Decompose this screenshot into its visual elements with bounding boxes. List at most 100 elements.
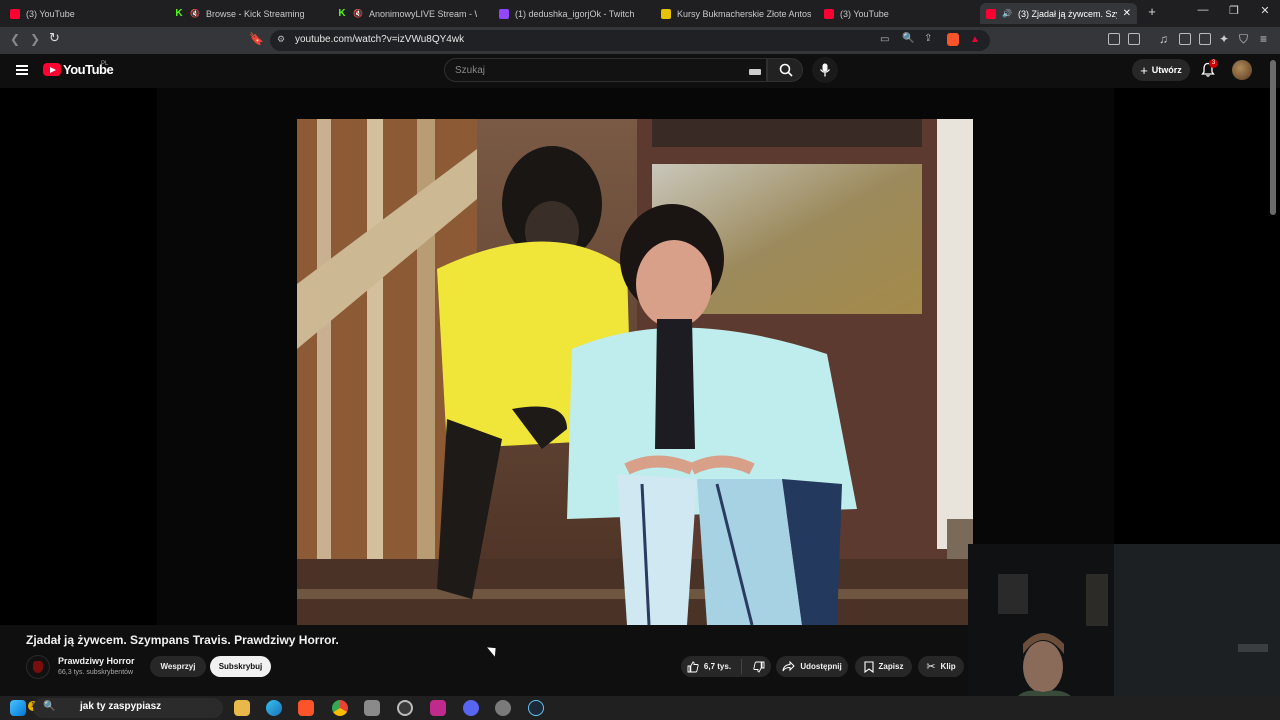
notification-count-badge: 3 — [1209, 59, 1218, 68]
sidebar-icon[interactable] — [1179, 33, 1191, 45]
like-button[interactable]: 6,7 tys. — [687, 659, 743, 674]
country-code: PL — [101, 61, 109, 67]
share-page-icon[interactable]: ⇪ — [924, 33, 932, 44]
obs-icon[interactable] — [397, 700, 413, 716]
minimize-button[interactable]: — — [1188, 4, 1218, 16]
taskbar-search-text: jak ty zaspypiasz — [80, 701, 162, 712]
extensions-icon[interactable] — [1108, 33, 1120, 45]
plus-icon: + — [1140, 62, 1148, 78]
start-icon[interactable] — [10, 700, 26, 716]
browser-tab[interactable]: (3) YouTube — [824, 3, 964, 24]
twitch-icon — [499, 8, 509, 19]
search-input[interactable]: Szukaj — [444, 58, 767, 82]
support-label: Wesprzyj — [160, 662, 196, 671]
forward-icon[interactable]: ❯ — [30, 32, 40, 46]
browser-toolbar: ❮ ❯ ↻ 🔖 ⚙ youtube.com/watch?v=izVWu8QY4w… — [0, 27, 1280, 54]
search-icon: 🔍 — [43, 701, 56, 712]
app-icon[interactable] — [430, 700, 446, 716]
channel-avatar[interactable] — [26, 655, 50, 679]
search-icon — [779, 63, 793, 77]
muted-speaker-icon: 🔇 — [353, 9, 363, 18]
tab-label: AnonimowyLIVE Stream - Watch — [369, 8, 477, 19]
account-avatar[interactable] — [1232, 60, 1252, 80]
reload-icon[interactable]: ↻ — [49, 30, 60, 46]
youtube-icon — [10, 8, 20, 19]
clip-label: Klip — [940, 662, 956, 671]
webcam-image — [968, 544, 1280, 720]
youtube-logo-icon[interactable] — [43, 63, 61, 76]
menu-icon[interactable]: ≡ — [1260, 32, 1267, 46]
restore-button[interactable]: ❐ — [1219, 4, 1249, 17]
voice-search-button[interactable] — [812, 57, 838, 83]
share-arrow-icon — [782, 661, 796, 672]
steam-icon[interactable] — [528, 700, 544, 716]
scissors-icon: ✂ — [926, 661, 936, 673]
browser-tab[interactable]: (1) dedushka_igorjOk - Twitch — [499, 3, 649, 24]
search-button[interactable] — [767, 58, 803, 82]
share-button[interactable]: Udostępnij — [776, 656, 848, 677]
bookmark-icon[interactable]: 🔖 — [249, 32, 264, 46]
speaker-icon: 🔊 — [1002, 9, 1012, 18]
tab-label: (1) dedushka_igorjOk - Twitch — [515, 8, 635, 19]
wallet-icon[interactable] — [1128, 33, 1140, 45]
youtube-header: YouTube PL Szukaj + Utwórz 3 — [0, 54, 1280, 88]
share-label: Udostępnij — [800, 662, 842, 671]
kick-icon: K — [338, 8, 346, 19]
streamer-webcam-overlay — [968, 544, 1280, 720]
cast-icon[interactable]: ▭ — [880, 34, 889, 45]
vpn-icon[interactable]: ⛉ — [1239, 32, 1248, 47]
media-icon[interactable]: ♫ — [1159, 32, 1168, 46]
app-icon[interactable] — [364, 700, 380, 716]
close-window-button[interactable]: ✕ — [1250, 4, 1280, 17]
app-icon[interactable] — [495, 700, 511, 716]
video-frame-image[interactable] — [297, 119, 973, 625]
back-icon[interactable]: ❮ — [10, 32, 20, 46]
tab-label: (3) YouTube — [840, 8, 889, 19]
subscriber-count: 66,3 tys. subskrybentów — [58, 669, 134, 676]
tab-label: Kursy Bukmacherskie Złote Antosie — [677, 8, 811, 19]
close-tab-icon[interactable]: ✕ — [1123, 8, 1131, 19]
brave-shields-icon[interactable] — [947, 33, 959, 46]
subscribe-label: Subskrybuj — [218, 662, 263, 671]
guide-menu-icon[interactable] — [16, 65, 28, 75]
thumbs-down-icon[interactable] — [753, 661, 765, 673]
kick-icon: K — [175, 8, 183, 19]
browser-tab[interactable]: Kursy Bukmacherskie Złote Antosie — [661, 3, 811, 24]
globe-icon — [661, 8, 671, 19]
browser-tab-active[interactable]: 🔊 (3) Zjadał ją żywcem. Szympa ✕ — [980, 3, 1137, 24]
leo-ai-icon[interactable]: ✦ — [1219, 32, 1229, 46]
create-button[interactable]: + Utwórz — [1132, 59, 1190, 81]
edge-icon[interactable] — [266, 700, 282, 716]
windows-taskbar: 1 🔍 — [0, 696, 1280, 720]
browser-tab[interactable]: K 🔇 Browse - Kick Streaming — [174, 3, 324, 24]
bookmark-save-icon — [863, 660, 874, 673]
clip-button[interactable]: ✂ Klip — [918, 656, 964, 677]
microphone-icon — [819, 63, 831, 77]
tab-label: (3) Zjadał ją żywcem. Szympa — [1018, 8, 1117, 19]
brave-icon[interactable] — [298, 700, 314, 716]
like-count: 6,7 tys. — [703, 662, 732, 671]
new-tab-button[interactable]: + — [1137, 4, 1167, 19]
subscribe-button[interactable]: Subskrybuj — [210, 656, 271, 677]
brave-rewards-icon[interactable]: ▲ — [970, 34, 980, 45]
tab-label: Browse - Kick Streaming — [206, 8, 305, 19]
browser-tab[interactable]: (3) YouTube — [10, 3, 160, 24]
browser-tab[interactable]: K 🔇 AnonimowyLIVE Stream - Watch — [337, 3, 477, 24]
like-dislike-group: 6,7 tys. — [681, 656, 771, 677]
mouse-cursor — [487, 643, 500, 657]
address-bar[interactable]: ⚙ youtube.com/watch?v=izVWu8QY4wk ▭ 🔍 ⇪ … — [270, 30, 990, 51]
file-explorer-icon[interactable] — [234, 700, 250, 716]
wallet-alt-icon[interactable] — [1199, 33, 1211, 45]
page-scrollbar[interactable] — [1270, 60, 1276, 215]
chrome-icon[interactable] — [332, 700, 348, 716]
keyboard-icon[interactable] — [749, 69, 761, 75]
zoom-icon[interactable]: 🔍 — [902, 33, 914, 44]
discord-icon[interactable] — [463, 700, 479, 716]
site-info-icon[interactable]: ⚙ — [277, 34, 285, 45]
channel-name[interactable]: Prawdziwy Horror — [58, 656, 135, 666]
thumbs-up-icon — [687, 661, 699, 672]
support-button[interactable]: Wesprzyj — [150, 656, 206, 677]
youtube-icon — [986, 8, 996, 19]
save-button[interactable]: Zapisz — [855, 656, 912, 677]
browser-tab-bar: (3) YouTube K 🔇 Browse - Kick Streaming … — [0, 0, 1280, 27]
